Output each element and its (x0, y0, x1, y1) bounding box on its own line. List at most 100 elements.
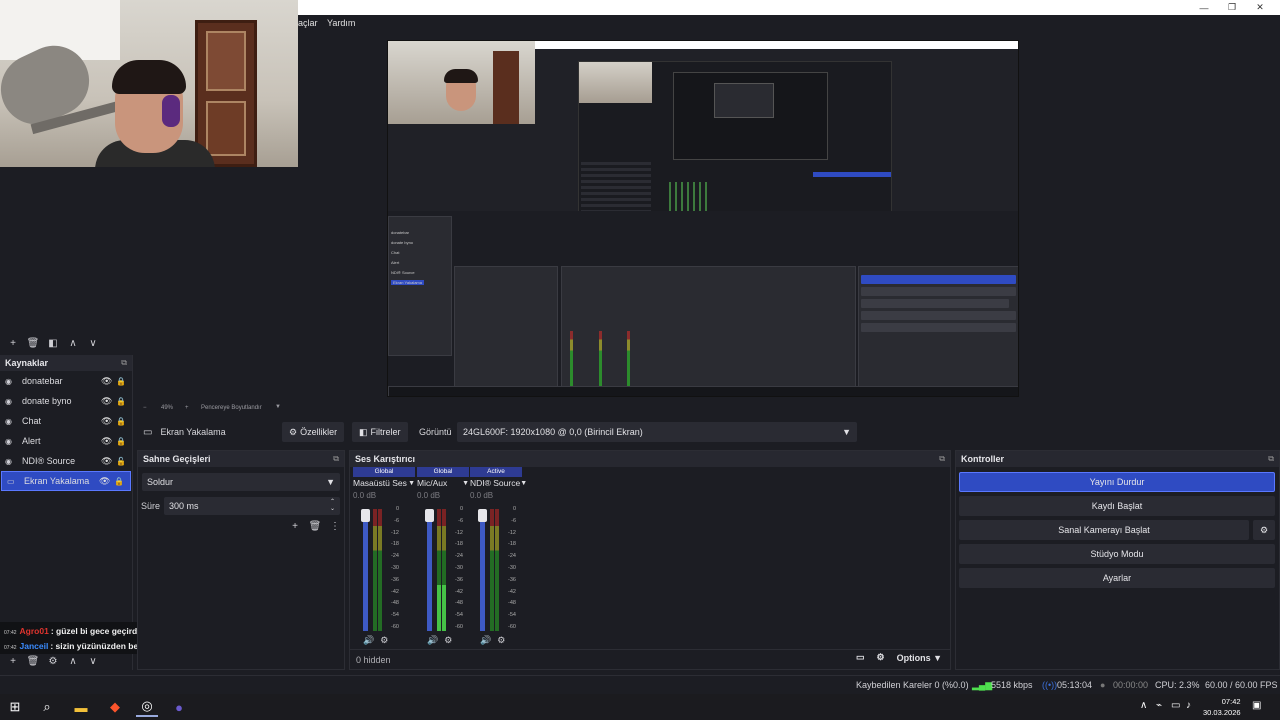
program-preview[interactable]: donatebar donate byno Chat Alert NDI® So… (387, 40, 1019, 397)
zoom-out-icon[interactable]: − (143, 405, 147, 411)
microphone-icon[interactable]: ♪ (1186, 700, 1191, 711)
display-icon[interactable]: ▭ (1171, 700, 1180, 711)
mixer-title: Ses Karıştırıcı ⧉ (350, 451, 950, 467)
source-item[interactable]: ◉ donatebar 👁 🔒 (0, 371, 132, 391)
control-button[interactable]: Kaydı Başlat (959, 496, 1275, 516)
add-source-icon[interactable]: + (6, 656, 20, 667)
visibility-eye-icon[interactable]: 👁 (101, 456, 115, 467)
channel-name[interactable]: NDI® Source ▼ (470, 478, 527, 488)
obs-icon[interactable]: ◎ (136, 697, 158, 717)
volume-fader[interactable] (361, 509, 370, 631)
zoom-level: 49% (161, 405, 174, 411)
display-label: Görüntü (419, 427, 452, 437)
restore-icon[interactable]: ❐ (1218, 0, 1246, 15)
gear-icon[interactable]: ⚙ (497, 635, 505, 646)
chevron-down-icon[interactable]: ▼ (275, 404, 281, 410)
minimize-icon[interactable]: — (1190, 0, 1218, 15)
source-item[interactable]: ◉ NDI® Source 👁 🔓 (0, 451, 132, 471)
mixer-channel: Active NDI® Source ▼ 0.0 dB 0 -6 -12 -18 -24 -30 -… (470, 467, 527, 647)
undock-icon[interactable]: ⧉ (939, 454, 945, 464)
lock-icon[interactable]: 🔒 (115, 397, 127, 406)
speaker-icon[interactable]: 🔊 (363, 635, 374, 646)
menu-tools[interactable]: açlar (298, 18, 318, 28)
speaker-icon[interactable]: 🔊 (427, 635, 438, 646)
more-icon[interactable]: ⋮ (328, 521, 342, 532)
preview-mini-source: Chat (391, 250, 400, 255)
add-icon[interactable]: + (6, 338, 20, 349)
lock-icon[interactable]: 🔒 (115, 437, 127, 446)
notifications-icon[interactable]: ▣ (1252, 700, 1261, 711)
gear-icon[interactable]: ⚙ (444, 635, 452, 646)
visibility-eye-icon[interactable]: 👁 (101, 376, 115, 387)
system-clock[interactable]: 07:42 30.03.2026 (1203, 696, 1241, 718)
control-button[interactable]: Stüdyo Modu (959, 544, 1275, 564)
meter-tick-label: -6 (511, 517, 516, 524)
filter-icon[interactable]: ◧ (46, 338, 60, 349)
meter-tick-label: -12 (508, 529, 516, 536)
remove-icon[interactable]: 🗑 (26, 338, 40, 349)
virtual-camera-settings-icon[interactable]: ⚙ (1253, 520, 1275, 540)
gear-icon[interactable]: ⚙ (46, 656, 60, 667)
display-select[interactable]: 24GL600F: 1920x1080 @ 0,0 (Birincil Ekra… (457, 422, 857, 442)
tray-chevron-icon[interactable]: ∧ (1140, 700, 1147, 711)
down-icon[interactable]: ∨ (86, 338, 100, 349)
layout-icon[interactable]: ▭ (856, 652, 865, 663)
speaker-icon[interactable]: 🔊 (480, 635, 491, 646)
zoom-in-icon[interactable]: + (185, 405, 189, 411)
up-icon[interactable]: ∧ (66, 338, 80, 349)
visibility-eye-icon[interactable]: 👁 (101, 416, 115, 427)
filters-button[interactable]: ◧ Filtreler (352, 422, 408, 442)
meter-tick-label: -60 (455, 624, 463, 630)
undock-icon[interactable]: ⧉ (333, 454, 339, 464)
channel-name[interactable]: Masaüstü Ses ▼ (353, 478, 415, 488)
options-button[interactable]: Options ▼ (897, 653, 942, 663)
transition-select[interactable]: Soldur ▼ (142, 473, 340, 491)
search-icon[interactable]: ⌕ (36, 697, 58, 717)
volume-fader[interactable] (478, 509, 487, 631)
windows-start-icon[interactable]: ⊞ (4, 697, 26, 717)
fader-knob[interactable] (425, 509, 434, 522)
menu-help[interactable]: Yardım (327, 18, 355, 28)
file-explorer-icon[interactable]: ▬ (70, 697, 92, 717)
dropped-frames: Kaybedilen Kareler 0 (%0.0) (856, 680, 969, 690)
visibility-eye-icon[interactable]: 👁 (101, 396, 115, 407)
lock-icon[interactable]: 🔓 (115, 457, 127, 466)
move-down-icon[interactable]: ∨ (86, 656, 100, 667)
lock-icon[interactable]: 🔒 (115, 377, 127, 386)
add-transition-icon[interactable]: + (288, 521, 302, 532)
brave-browser-icon[interactable]: ◆ (104, 697, 126, 717)
source-item[interactable]: ▭ Ekran Yakalama 👁 🔒 (1, 471, 131, 491)
source-label: donatebar (22, 376, 63, 386)
fader-knob[interactable] (361, 509, 370, 522)
lock-icon[interactable]: 🔒 (113, 477, 125, 486)
advanced-audio-icon[interactable]: ⚙ (877, 652, 885, 663)
control-button[interactable]: Ayarlar (959, 568, 1275, 588)
source-item[interactable]: ◉ donate byno 👁 🔒 (0, 391, 132, 411)
network-icon[interactable]: ⌁ (1156, 700, 1162, 711)
undock-icon[interactable]: ⧉ (121, 358, 127, 368)
close-icon[interactable]: ✕ (1246, 0, 1274, 15)
source-item[interactable]: ◉ Alert 👁 🔒 (0, 431, 132, 451)
filter-icon: ◧ (359, 426, 368, 437)
move-up-icon[interactable]: ∧ (66, 656, 80, 667)
control-button[interactable]: Yayını Durdur (959, 472, 1275, 492)
fader-knob[interactable] (478, 509, 487, 522)
control-button[interactable]: Sanal Kamerayı Başlat (959, 520, 1249, 540)
discord-icon[interactable]: ● (168, 697, 190, 717)
duration-input[interactable]: 300 ms ⌃ ⌄ (164, 497, 340, 515)
volume-fader[interactable] (425, 509, 434, 631)
visibility-eye-icon[interactable]: 👁 (101, 436, 115, 447)
channel-name[interactable]: Mic/Aux ▼ (417, 478, 469, 488)
stepper-icon[interactable]: ⌃ ⌄ (330, 499, 335, 513)
remove-source-icon[interactable]: 🗑 (26, 656, 40, 667)
properties-button[interactable]: ⚙ Özellikler (282, 422, 345, 442)
lock-icon[interactable]: 🔒 (115, 417, 127, 426)
visibility-eye-icon[interactable]: 👁 (99, 476, 113, 487)
remove-transition-icon[interactable]: 🗑 (308, 521, 322, 532)
fit-window-label[interactable]: Pencereye Boyutlandır (201, 405, 262, 411)
channel-volume: 0.0 dB (353, 491, 377, 500)
hidden-count[interactable]: 0 hidden (356, 655, 391, 665)
undock-icon[interactable]: ⧉ (1268, 454, 1274, 464)
source-item[interactable]: ◉ Chat 👁 🔒 (0, 411, 132, 431)
gear-icon[interactable]: ⚙ (380, 635, 388, 646)
